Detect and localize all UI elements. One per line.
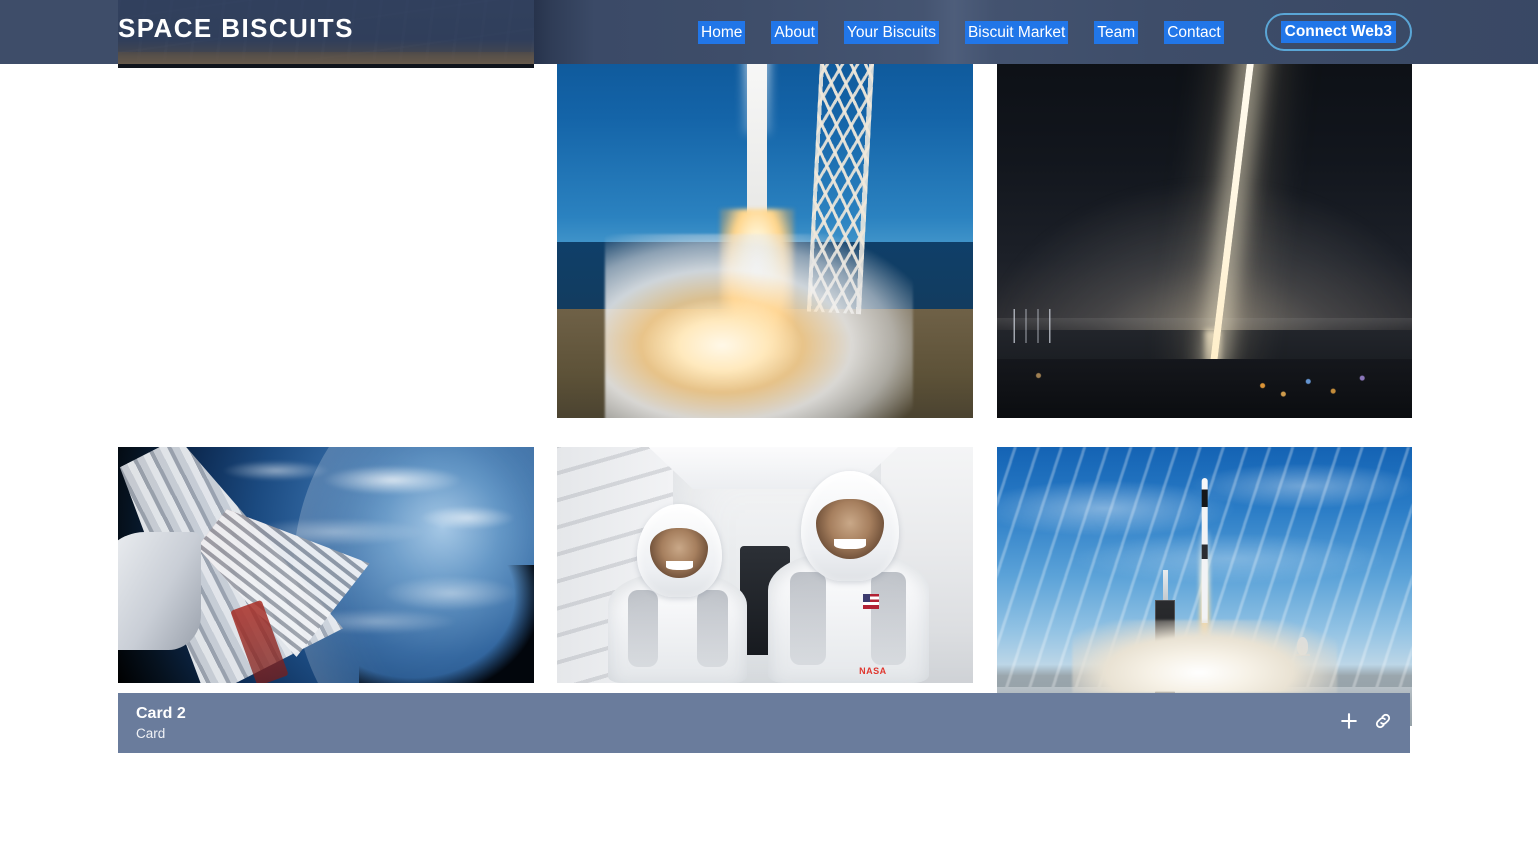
card-action-group (1338, 710, 1410, 732)
daytime-pad-launch-image (997, 447, 1412, 726)
starlink-orbit-image (118, 447, 534, 683)
nav-item-contact[interactable]: Contact (1164, 20, 1224, 44)
connect-web3-label: Connect Web3 (1280, 21, 1396, 43)
plus-icon[interactable] (1338, 710, 1360, 732)
site-header: SPACE BISCUITS Home About Your Biscuits … (0, 0, 1538, 64)
card-subtitle: Card (136, 725, 166, 741)
nav-item-home[interactable]: Home (698, 20, 746, 44)
gallery-tile-r2c3[interactable] (997, 447, 1412, 726)
nav-item-about[interactable]: About (771, 20, 818, 44)
nav-item-team[interactable]: Team (1094, 20, 1139, 44)
gallery-tile-r2c1[interactable] (118, 447, 534, 683)
nav-item-your-biscuits[interactable]: Your Biscuits (843, 20, 939, 44)
card-overlay-bar[interactable]: Card 2 Card (118, 693, 1410, 753)
link-icon[interactable] (1372, 710, 1394, 732)
nav-item-biscuit-market[interactable]: Biscuit Market (964, 20, 1069, 44)
site-brand: SPACE BISCUITS (118, 13, 354, 43)
connect-web3-button[interactable]: Connect Web3 (1264, 13, 1412, 51)
card-text-group: Card 2 Card (118, 704, 186, 743)
astronauts-image: NASA (557, 447, 973, 683)
main-navigation: Home About Your Biscuits Biscuit Market … (685, 0, 1412, 64)
card-title: Card 2 (136, 704, 186, 722)
gallery-tile-r2c2[interactable]: NASA (557, 447, 973, 683)
page-root: NASA Card 2 Card SPACE BISCUITS Home Abo… (0, 0, 1538, 847)
